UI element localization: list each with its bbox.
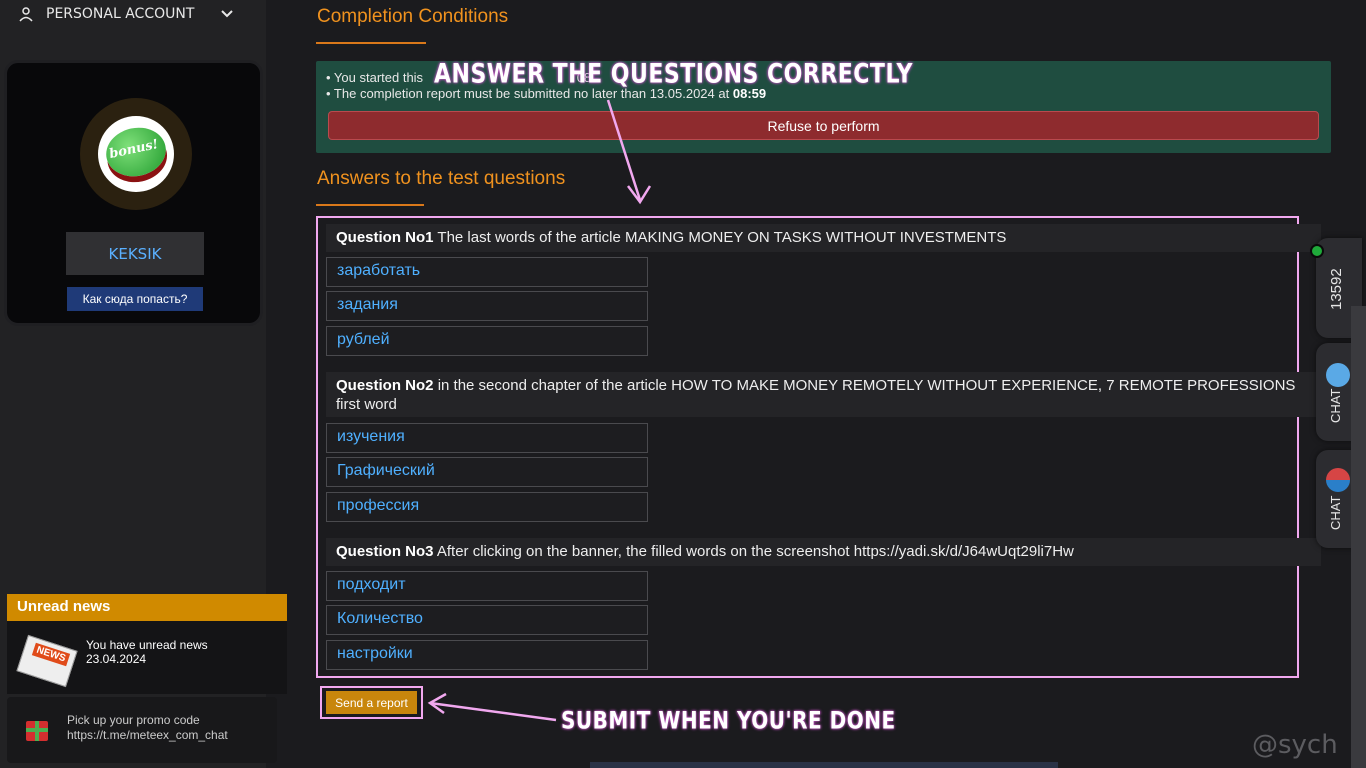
counter-value: 13592 [1328, 268, 1345, 310]
arrow-to-questions-icon [606, 99, 642, 201]
arrow-to-send-icon [429, 701, 557, 722]
telegram-icon [1326, 363, 1350, 387]
online-status-indicator [1310, 244, 1324, 258]
bottom-bar [590, 762, 1058, 768]
scrollbar[interactable] [1351, 306, 1366, 768]
chat-label: CHAT [1328, 495, 1343, 530]
watermark: @sych [1252, 730, 1338, 760]
annotation-arrows [427, 99, 652, 722]
chat-label: CHAT [1328, 388, 1343, 423]
language-flag-icon [1326, 468, 1350, 492]
